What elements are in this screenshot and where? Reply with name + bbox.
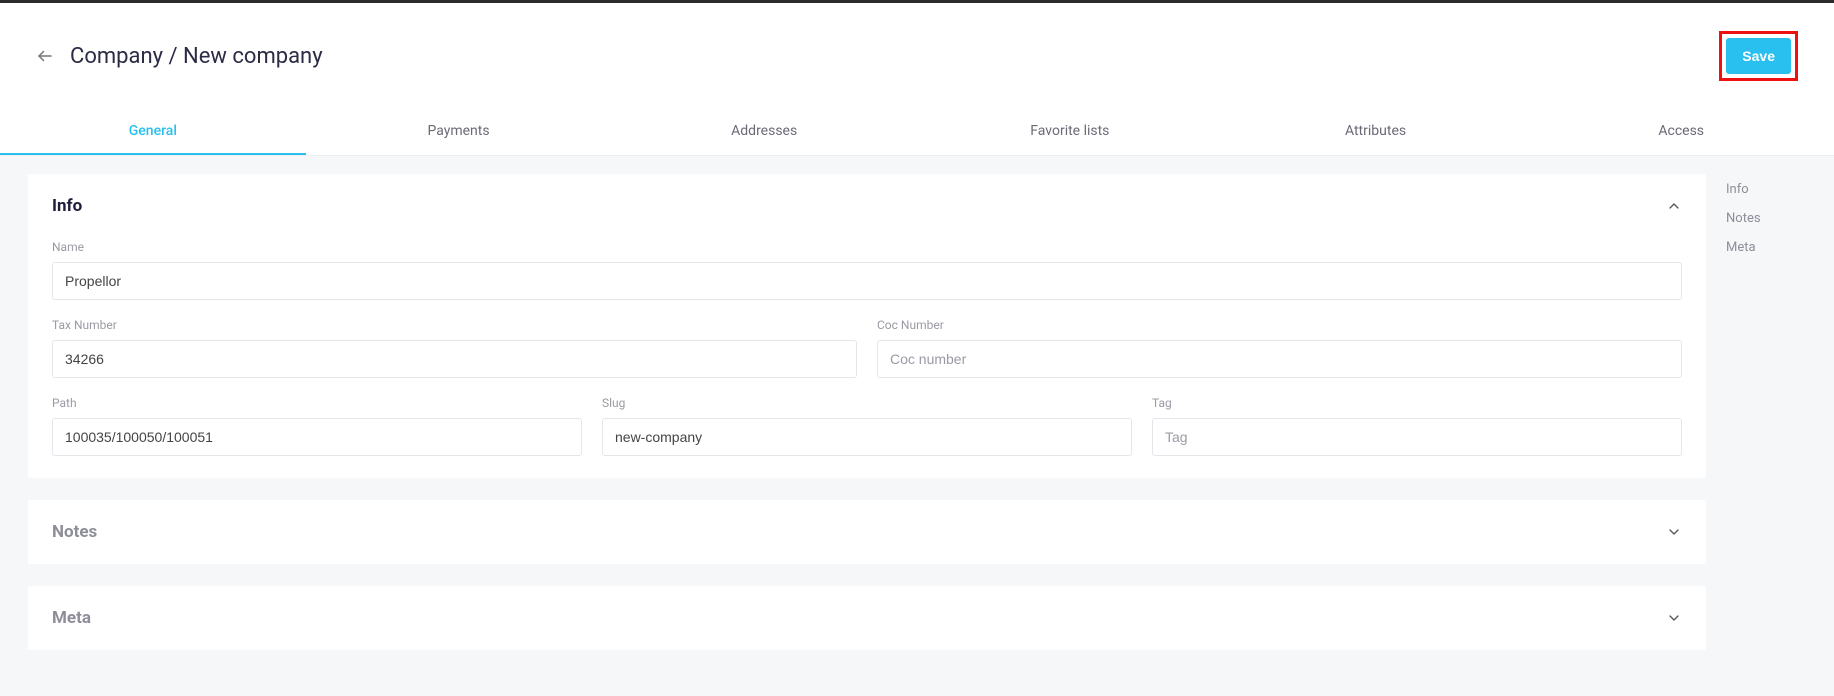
page-title: Company / New company	[70, 44, 323, 69]
panel-info-title: Info	[52, 196, 82, 216]
tab-general[interactable]: General	[0, 109, 306, 155]
chevron-down-icon[interactable]	[1666, 524, 1682, 540]
section-anchor-nav: Info Notes Meta	[1726, 174, 1806, 666]
label-coc-number: Coc Number	[877, 318, 1682, 332]
save-button[interactable]: Save	[1726, 38, 1791, 74]
label-tag: Tag	[1152, 396, 1682, 410]
input-slug[interactable]	[602, 418, 1132, 456]
label-path: Path	[52, 396, 582, 410]
anchor-link-info[interactable]: Info	[1726, 182, 1806, 197]
input-tax-number[interactable]	[52, 340, 857, 378]
content-area: Info Name Tax Number	[0, 156, 1834, 696]
anchor-link-meta[interactable]: Meta	[1726, 240, 1806, 255]
input-path[interactable]	[52, 418, 582, 456]
anchor-link-notes[interactable]: Notes	[1726, 211, 1806, 226]
tab-addresses[interactable]: Addresses	[611, 109, 917, 155]
label-tax-number: Tax Number	[52, 318, 857, 332]
panel-info: Info Name Tax Number	[28, 174, 1706, 478]
panel-notes-title: Notes	[52, 522, 97, 542]
tab-payments[interactable]: Payments	[306, 109, 612, 155]
input-name[interactable]	[52, 262, 1682, 300]
page-header: Company / New company Save	[0, 3, 1834, 109]
tab-favorite-lists[interactable]: Favorite lists	[917, 109, 1223, 155]
label-slug: Slug	[602, 396, 1132, 410]
panel-meta-title: Meta	[52, 608, 91, 628]
tab-bar: General Payments Addresses Favorite list…	[0, 109, 1834, 156]
input-coc-number[interactable]	[877, 340, 1682, 378]
panel-meta: Meta	[28, 586, 1706, 650]
chevron-up-icon[interactable]	[1666, 198, 1682, 214]
chevron-down-icon[interactable]	[1666, 610, 1682, 626]
back-arrow-icon[interactable]	[36, 47, 54, 65]
panel-notes: Notes	[28, 500, 1706, 564]
tab-access[interactable]: Access	[1528, 109, 1834, 155]
save-button-highlight: Save	[1719, 31, 1798, 81]
label-name: Name	[52, 240, 1682, 254]
input-tag[interactable]	[1152, 418, 1682, 456]
tab-attributes[interactable]: Attributes	[1223, 109, 1529, 155]
